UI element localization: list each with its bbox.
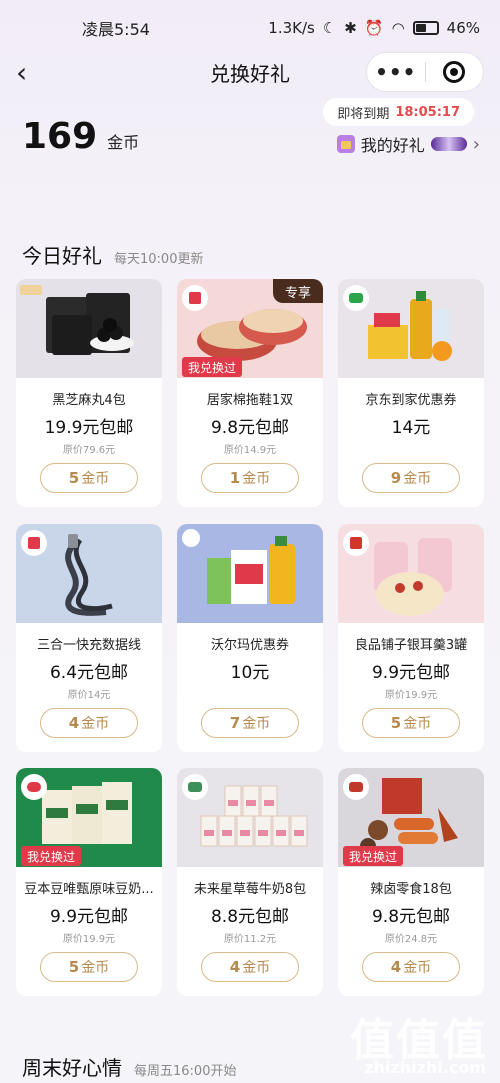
redeem-button[interactable]: 7 金币 <box>201 708 299 738</box>
wifi-icon: ◠ <box>391 19 405 37</box>
product-price: 10元 <box>230 663 270 683</box>
coin-unit: 金币 <box>107 133 140 152</box>
bluetooth-icon: ✱ <box>344 19 357 37</box>
status-time: 凌晨5:54 <box>82 20 150 39</box>
product-price: 14元 <box>391 418 431 438</box>
product-name: 三合一快充数据线 <box>36 638 141 653</box>
network-speed: 1.3K/s <box>268 19 315 37</box>
product-price: 9.9元包邮 <box>49 907 129 927</box>
watermark-url: zhizhizhi.com <box>364 1058 486 1077</box>
redeemed-badge: 我兑换过 <box>21 846 82 866</box>
brand-logo <box>343 285 369 311</box>
product-original-price: 原价11.2元 <box>223 934 277 945</box>
miniapp-capsule: ••• <box>366 52 484 92</box>
product-price: 9.8元包邮 <box>210 418 290 438</box>
brand-logo <box>21 530 47 556</box>
product-original-price: 原价19.9元 <box>62 934 116 945</box>
more-button[interactable]: ••• <box>367 60 425 84</box>
product-original-price: 原价14.9元 <box>223 445 277 456</box>
brand-logo <box>182 774 208 800</box>
battery-icon <box>412 21 439 35</box>
redeemed-badge: 我兑换过 <box>182 357 243 377</box>
product-original-price: 原价14元 <box>67 690 111 701</box>
weekend-section-header: 周末好心情 每周五16:00开始 <box>22 1052 236 1081</box>
product-image-walmart <box>177 524 323 623</box>
product-price: 9.9元包邮 <box>371 663 451 683</box>
chevron-right-icon: › <box>472 133 480 155</box>
expire-badge: 即将到期 18:05:17 <box>323 98 474 126</box>
redeem-button[interactable]: 4 金币 <box>40 708 138 738</box>
weekend-title: 周末好心情 <box>22 1056 122 1080</box>
status-indicators: 1.3K/s ☾ ✱ ⏰ ◠ 46% <box>268 19 480 37</box>
product-price: 6.4元包邮 <box>49 663 129 683</box>
product-card[interactable]: 未来星草莓牛奶8包 8.8元包邮 原价11.2元 4 金币 <box>177 768 323 996</box>
status-bar: 凌晨5:54 1.3K/s ☾ ✱ ⏰ ◠ 46% <box>0 0 500 56</box>
product-name: 良品铺子银耳羹3罐 <box>354 638 468 653</box>
product-price: 8.8元包邮 <box>210 907 290 927</box>
redeem-button[interactable]: 5 金币 <box>40 952 138 982</box>
exclusive-tag: 专享 <box>273 279 323 303</box>
product-price: 9.8元包邮 <box>371 907 451 927</box>
product-name: 黑芝麻丸4包 <box>52 393 126 408</box>
close-miniapp-button[interactable] <box>425 61 483 83</box>
product-original-price: 原价19.9元 <box>384 690 438 701</box>
redeem-button[interactable]: 1 金币 <box>201 463 299 493</box>
today-title: 今日好礼 <box>22 244 102 268</box>
nav-bar: ‹ 兑换好礼 ••• <box>0 52 500 94</box>
moon-icon: ☾ <box>322 19 337 37</box>
product-image-sesame <box>16 279 162 378</box>
expire-countdown: 18:05:17 <box>395 104 460 120</box>
product-card[interactable]: 良品铺子银耳羹3罐 9.9元包邮 原价19.9元 5 金币 <box>338 524 484 752</box>
product-price: 19.9元包邮 <box>44 418 134 438</box>
product-card[interactable]: 沃尔玛优惠券 10元 7 金币 <box>177 524 323 752</box>
redeem-button[interactable]: 5 金币 <box>40 463 138 493</box>
product-card[interactable]: 专享 我兑换过 居家棉拖鞋1双 9.8元包邮 原价14.9元 1 金币 <box>177 279 323 507</box>
brand-logo <box>21 774 47 800</box>
gift-icon <box>336 135 355 153</box>
my-gift-label: 我的好礼 <box>360 136 425 155</box>
brand-logo <box>343 530 369 556</box>
product-name: 居家棉拖鞋1双 <box>206 393 294 408</box>
redeemed-badge: 我兑换过 <box>343 846 404 866</box>
expire-label: 即将到期 <box>337 106 390 122</box>
product-card[interactable]: 我兑换过 豆本豆唯甄原味豆奶... 9.9元包邮 原价19.9元 5 金币 <box>16 768 162 996</box>
product-name: 沃尔玛优惠券 <box>210 638 289 653</box>
weekend-subtitle: 每周五16:00开始 <box>134 1064 237 1079</box>
battery-level: 46% <box>446 19 480 37</box>
redeem-button[interactable]: 4 金币 <box>201 952 299 982</box>
product-card[interactable]: 黑芝麻丸4包 19.9元包邮 原价79.6元 5 金币 <box>16 279 162 507</box>
today-section-header: 今日好礼 每天10:00更新 <box>22 240 203 269</box>
product-card[interactable]: 三合一快充数据线 6.4元包邮 原价14元 4 金币 <box>16 524 162 752</box>
product-card[interactable]: 京东到家优惠券 14元 9 金币 <box>338 279 484 507</box>
redeem-button[interactable]: 5 金币 <box>362 708 460 738</box>
product-original-price: 原价24.8元 <box>384 934 438 945</box>
product-name: 豆本豆唯甄原味豆奶... <box>24 882 154 897</box>
coin-count: 169 <box>22 116 98 157</box>
gift-thumbnail <box>430 137 467 151</box>
target-icon <box>443 61 466 83</box>
redeem-button[interactable]: 9 金币 <box>362 463 460 493</box>
brand-logo <box>343 774 369 800</box>
redeem-button[interactable]: 4 金币 <box>362 952 460 982</box>
today-subtitle: 每天10:00更新 <box>114 252 204 267</box>
coin-balance: 169 金币 <box>22 116 139 157</box>
product-name: 辣卤零食18包 <box>370 882 452 897</box>
my-gift-link[interactable]: 我的好礼 › <box>336 132 480 156</box>
product-original-price: 原价79.6元 <box>62 445 116 456</box>
product-name: 京东到家优惠券 <box>365 393 457 408</box>
product-card[interactable]: 我兑换过 辣卤零食18包 9.8元包邮 原价24.8元 4 金币 <box>338 768 484 996</box>
more-icon: ••• <box>375 60 417 84</box>
product-name: 未来星草莓牛奶8包 <box>193 882 307 897</box>
brand-logo <box>182 285 208 311</box>
alarm-icon: ⏰ <box>364 19 384 37</box>
